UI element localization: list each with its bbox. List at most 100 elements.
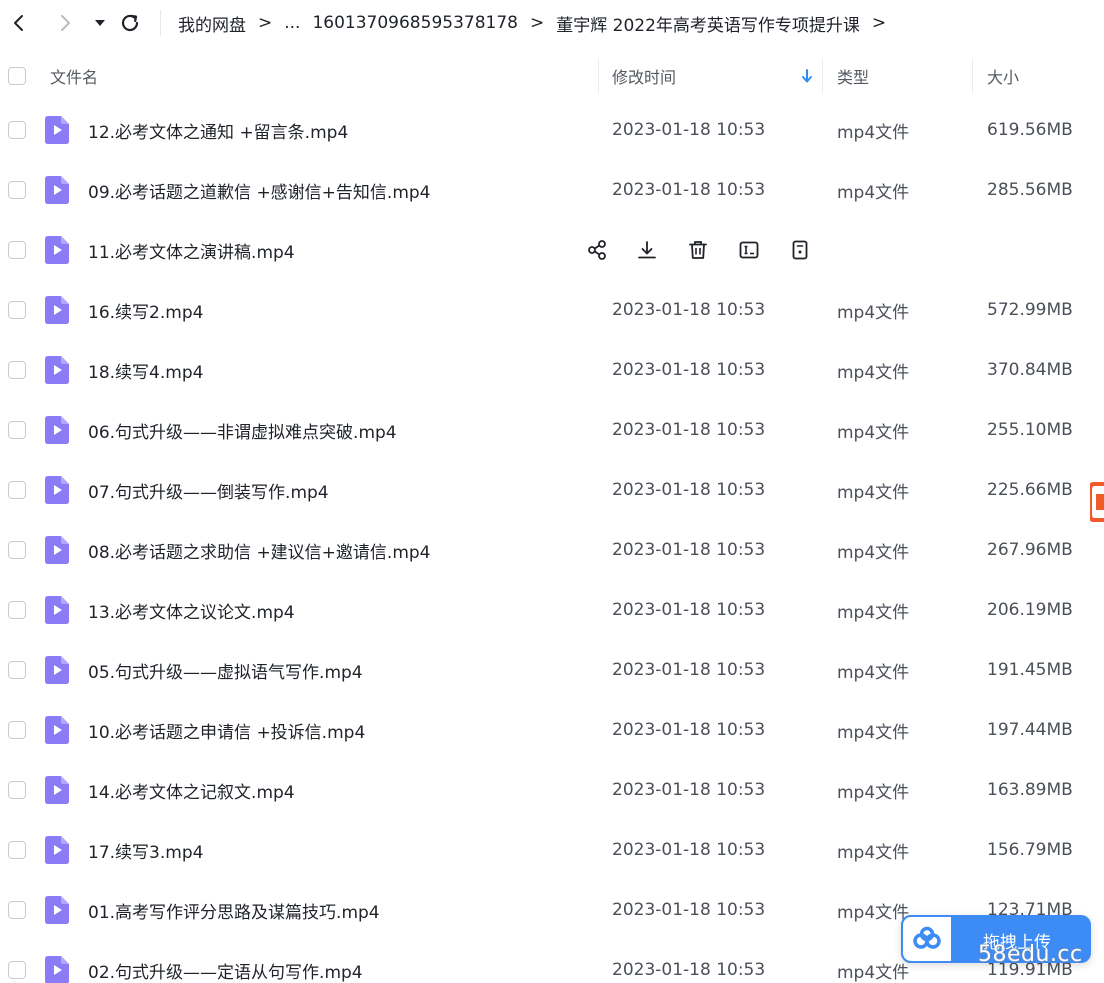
file-name[interactable]: 17.续写3.mp4 bbox=[88, 820, 203, 880]
row-checkbox[interactable] bbox=[8, 901, 26, 919]
file-name[interactable]: 01.高考写作评分思路及谋篇技巧.mp4 bbox=[88, 880, 380, 940]
file-type: mp4文件 bbox=[837, 962, 910, 983]
column-header-name[interactable]: 文件名 bbox=[50, 52, 98, 100]
file-row[interactable]: 06.句式升级——非谓虚拟难点突破.mp4 2023-01-18 10:53 mp4… bbox=[0, 400, 1104, 460]
history-dropdown-button[interactable] bbox=[85, 8, 115, 38]
chevron-left-icon bbox=[14, 15, 23, 31]
file-type: mp4文件 bbox=[837, 422, 910, 443]
file-row[interactable]: 11.必考文体之演讲稿.mp4 bbox=[0, 220, 1104, 280]
file-type: mp4文件 bbox=[837, 542, 910, 563]
row-checkbox[interactable] bbox=[8, 721, 26, 739]
video-file-icon bbox=[45, 956, 69, 983]
file-modified-time: 2023-01-18 10:53 bbox=[612, 960, 766, 980]
delete-icon[interactable] bbox=[685, 237, 711, 263]
row-checkbox[interactable] bbox=[8, 781, 26, 799]
file-row[interactable]: 10.必考话题之申请信 +投诉信.mp4 2023-01-18 10:53 mp4文… bbox=[0, 700, 1104, 760]
row-checkbox[interactable] bbox=[8, 181, 26, 199]
file-name[interactable]: 07.句式升级——倒装写作.mp4 bbox=[88, 460, 329, 520]
file-modified-time: 2023-01-18 10:53 bbox=[612, 120, 766, 140]
row-checkbox[interactable] bbox=[8, 241, 26, 259]
rename-icon[interactable] bbox=[736, 237, 762, 263]
file-size: 191.45MB bbox=[987, 660, 1073, 680]
sort-descending-icon[interactable] bbox=[801, 68, 813, 84]
row-checkbox[interactable] bbox=[8, 481, 26, 499]
back-button[interactable] bbox=[4, 8, 34, 38]
file-name[interactable]: 16.续写2.mp4 bbox=[88, 280, 203, 340]
row-checkbox[interactable] bbox=[8, 421, 26, 439]
file-row[interactable]: 05.句式升级——虚拟语气写作.mp4 2023-01-18 10:53 mp4文件… bbox=[0, 640, 1104, 700]
file-name[interactable]: 09.必考话题之道歉信 +感谢信+告知信.mp4 bbox=[88, 160, 431, 220]
more-icon[interactable] bbox=[787, 237, 813, 263]
breadcrumb-item-ellipsis[interactable]: ... bbox=[284, 13, 300, 33]
file-modified-time: 2023-01-18 10:53 bbox=[612, 180, 766, 200]
file-size: 370.84MB bbox=[987, 360, 1073, 380]
breadcrumb-item-folder-id[interactable]: 1601370968595378178 bbox=[312, 13, 518, 33]
file-type: mp4文件 bbox=[837, 122, 910, 143]
chevron-right-icon bbox=[61, 15, 70, 31]
side-panel-edge-icon[interactable] bbox=[1090, 480, 1104, 524]
file-modified-time: 2023-01-18 10:53 bbox=[612, 420, 766, 440]
file-size: 163.89MB bbox=[987, 780, 1073, 800]
row-checkbox[interactable] bbox=[8, 301, 26, 319]
file-size: 267.96MB bbox=[987, 540, 1073, 560]
file-modified-time: 2023-01-18 10:53 bbox=[612, 900, 766, 920]
file-modified-time: 2023-01-18 10:53 bbox=[612, 840, 766, 860]
download-icon[interactable] bbox=[634, 237, 660, 263]
file-row[interactable]: 08.必考话题之求助信 +建议信+邀请信.mp4 2023-01-18 10:53… bbox=[0, 520, 1104, 580]
column-header-modified[interactable]: 修改时间 bbox=[612, 52, 676, 100]
video-file-icon bbox=[45, 416, 69, 444]
video-file-icon bbox=[45, 476, 69, 504]
file-name[interactable]: 06.句式升级——非谓虚拟难点突破.mp4 bbox=[88, 400, 397, 460]
share-icon[interactable] bbox=[584, 237, 610, 263]
breadcrumb-separator: > bbox=[871, 13, 887, 33]
file-name[interactable]: 14.必考文体之记叙文.mp4 bbox=[88, 760, 295, 820]
file-row[interactable]: 14.必考文体之记叙文.mp4 2023-01-18 10:53 mp4文件 163.… bbox=[0, 760, 1104, 820]
column-header-size[interactable]: 大小 bbox=[987, 52, 1019, 100]
file-type: mp4文件 bbox=[837, 782, 910, 803]
file-type: mp4文件 bbox=[837, 362, 910, 383]
file-size: 572.99MB bbox=[987, 300, 1073, 320]
refresh-button[interactable] bbox=[115, 8, 145, 38]
row-checkbox[interactable] bbox=[8, 841, 26, 859]
row-checkbox[interactable] bbox=[8, 601, 26, 619]
file-name[interactable]: 11.必考文体之演讲稿.mp4 bbox=[88, 220, 295, 280]
file-row[interactable]: 09.必考话题之道歉信 +感谢信+告知信.mp4 2023-01-18 10:53… bbox=[0, 160, 1104, 220]
file-name[interactable]: 02.句式升级——定语从句写作.mp4 bbox=[88, 940, 363, 983]
file-size: 225.66MB bbox=[987, 480, 1073, 500]
breadcrumb-item-root[interactable]: 我的网盘 bbox=[178, 11, 246, 36]
file-modified-time: 2023-01-18 10:53 bbox=[612, 300, 766, 320]
file-row[interactable]: 07.句式升级——倒装写作.mp4 2023-01-18 10:53 mp4文件 22… bbox=[0, 460, 1104, 520]
file-name[interactable]: 13.必考文体之议论文.mp4 bbox=[88, 580, 295, 640]
file-type: mp4文件 bbox=[837, 182, 910, 203]
file-name[interactable]: 05.句式升级——虚拟语气写作.mp4 bbox=[88, 640, 363, 700]
file-size: 197.44MB bbox=[987, 720, 1073, 740]
column-header-type[interactable]: 类型 bbox=[837, 52, 869, 100]
row-checkbox[interactable] bbox=[8, 661, 26, 679]
breadcrumb-item-current[interactable]: 董宇辉 2022年高考英语写作专项提升课 bbox=[556, 11, 860, 36]
file-type: mp4文件 bbox=[837, 602, 910, 623]
row-checkbox[interactable] bbox=[8, 121, 26, 139]
file-name[interactable]: 18.续写4.mp4 bbox=[88, 340, 203, 400]
refresh-icon bbox=[121, 14, 139, 32]
forward-button[interactable] bbox=[50, 8, 80, 38]
file-row[interactable]: 17.续写3.mp4 2023-01-18 10:53 mp4文件 156.79MB bbox=[0, 820, 1104, 880]
file-list-header: 文件名 修改时间 类型 大小 bbox=[0, 52, 1104, 100]
file-modified-time: 2023-01-18 10:53 bbox=[612, 720, 766, 740]
select-all-checkbox[interactable] bbox=[8, 67, 26, 85]
row-checkbox[interactable] bbox=[8, 361, 26, 379]
file-name[interactable]: 12.必考文体之通知 +留言条.mp4 bbox=[88, 100, 348, 160]
file-row[interactable]: 13.必考文体之议论文.mp4 2023-01-18 10:53 mp4文件 206.… bbox=[0, 580, 1104, 640]
file-name[interactable]: 10.必考话题之申请信 +投诉信.mp4 bbox=[88, 700, 365, 760]
video-file-icon bbox=[45, 536, 69, 564]
row-checkbox[interactable] bbox=[8, 961, 26, 979]
video-file-icon bbox=[45, 356, 69, 384]
video-file-icon bbox=[45, 836, 69, 864]
file-modified-time: 2023-01-18 10:53 bbox=[612, 600, 766, 620]
video-file-icon bbox=[45, 776, 69, 804]
file-row[interactable]: 12.必考文体之通知 +留言条.mp4 2023-01-18 10:53 mp4文件… bbox=[0, 100, 1104, 160]
file-row[interactable]: 16.续写2.mp4 2023-01-18 10:53 mp4文件 572.99MB bbox=[0, 280, 1104, 340]
file-row[interactable]: 18.续写4.mp4 2023-01-18 10:53 mp4文件 370.84MB bbox=[0, 340, 1104, 400]
row-checkbox[interactable] bbox=[8, 541, 26, 559]
video-file-icon bbox=[45, 896, 69, 924]
file-name[interactable]: 08.必考话题之求助信 +建议信+邀请信.mp4 bbox=[88, 520, 431, 580]
